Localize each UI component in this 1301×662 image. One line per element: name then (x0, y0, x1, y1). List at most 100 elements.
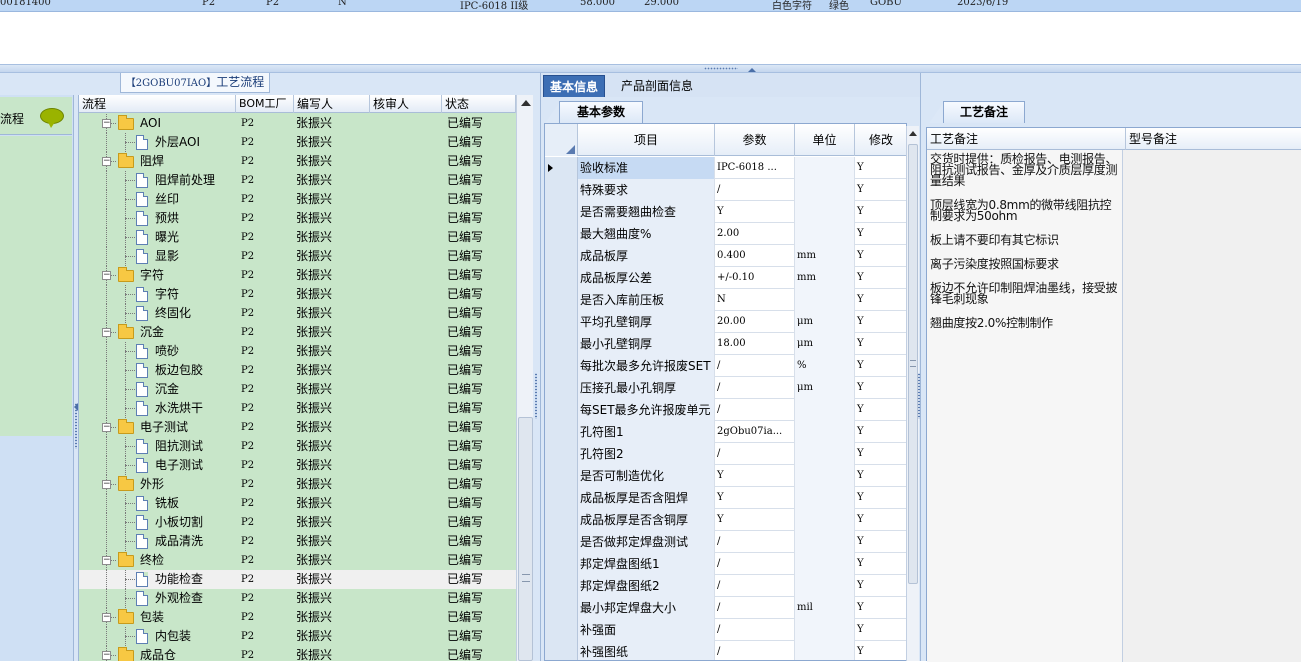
param-row[interactable]: 是否入库前压板 N Y (545, 289, 906, 311)
param-row[interactable]: 每批次最多允许报废SET /% Y (545, 355, 906, 377)
param-value[interactable]: 0.400 (715, 245, 795, 267)
param-value[interactable]: / (715, 641, 795, 660)
param-row[interactable]: 成品板厚公差 +/-0.10 mm Y (545, 267, 906, 289)
param-value[interactable]: / (715, 575, 795, 597)
tree-row[interactable]: − 阻焊 P2 张振兴 已编写 (79, 152, 516, 171)
param-row[interactable]: 最小孔壁铜厚 18.00 μm Y (545, 333, 906, 355)
tree-row[interactable]: − 字符 P2 张振兴 已编写 (79, 266, 516, 285)
collapse-toggle-icon[interactable]: − (102, 271, 111, 280)
tree-row[interactable]: 铣板 P2 张振兴 已编写 (79, 494, 516, 513)
tree-row[interactable]: 喷砂 P2 张振兴 已编写 (79, 342, 516, 361)
row-indicator[interactable] (545, 443, 578, 465)
param-value[interactable]: / (715, 553, 795, 575)
param-edit-flag[interactable]: Y (855, 487, 906, 509)
col-param[interactable]: 参数 (715, 124, 795, 156)
scroll-thumb[interactable] (518, 417, 533, 661)
tree-row[interactable]: − 外形 P2 张振兴 已编写 (79, 475, 516, 494)
param-edit-flag[interactable]: Y (855, 399, 906, 421)
tree-row[interactable]: 字符 P2 张振兴 已编写 (79, 285, 516, 304)
tab-basic-info[interactable]: 基本信息 (543, 75, 606, 97)
collapse-toggle-icon[interactable]: − (102, 157, 111, 166)
param-edit-flag[interactable]: Y (855, 619, 906, 641)
row-indicator[interactable] (545, 597, 578, 619)
grid-corner[interactable] (545, 124, 578, 156)
row-indicator[interactable] (545, 289, 578, 311)
param-value[interactable]: Y (715, 487, 795, 509)
row-indicator[interactable] (545, 641, 578, 660)
collapse-toggle-icon[interactable]: − (102, 480, 111, 489)
row-indicator[interactable] (545, 619, 578, 641)
tree-row[interactable]: 显影 P2 张振兴 已编写 (79, 247, 516, 266)
param-value[interactable]: / (715, 377, 795, 399)
param-edit-flag[interactable]: Y (855, 377, 906, 399)
param-value[interactable]: / (715, 531, 795, 553)
tree-row[interactable]: − 沉金 P2 张振兴 已编写 (79, 323, 516, 342)
tree-row[interactable]: 内包装 P2 张振兴 已编写 (79, 627, 516, 646)
tree-row[interactable]: 水洗烘干 P2 张振兴 已编写 (79, 399, 516, 418)
col-flow[interactable]: 流程 (79, 95, 236, 113)
top-selected-row[interactable]: 00181400 P2 P2 N IPC-6018 II级 58.000 29.000 白色字… (0, 0, 1301, 12)
param-value[interactable]: Y (715, 509, 795, 531)
param-row[interactable]: 成品板厚是否含阻焊 Y Y (545, 487, 906, 509)
col-process-note[interactable]: 工艺备注 (927, 128, 978, 150)
splitter-up-arrow-icon[interactable] (748, 68, 756, 72)
strip-item-flow[interactable]: 流程 (0, 97, 72, 135)
tab-product-profile[interactable]: 产品剖面信息 (615, 75, 699, 97)
process-note-cell[interactable]: 交货时提供：质检报告、电测报告、阻抗测试报告、金厚及介质层厚度测量结果 顶层线宽为… (927, 150, 1123, 662)
row-indicator[interactable] (545, 333, 578, 355)
param-row[interactable]: 平均孔壁铜厚 20.00 μm Y (545, 311, 906, 333)
row-indicator[interactable] (545, 575, 578, 597)
splitter-grip[interactable] (704, 67, 738, 70)
grid-scroll-thumb[interactable] (908, 144, 918, 584)
scroll-up-icon[interactable] (521, 100, 531, 106)
param-edit-flag[interactable]: Y (855, 421, 906, 443)
row-indicator[interactable] (545, 201, 578, 223)
tree-scrollbar[interactable] (516, 95, 533, 661)
param-value[interactable]: +/-0.10 (715, 267, 795, 289)
param-row[interactable]: 补强图纸 / Y (545, 641, 906, 660)
param-edit-flag[interactable]: Y (855, 267, 906, 289)
param-edit-flag[interactable]: Y (855, 289, 906, 311)
model-note-cell[interactable] (1123, 150, 1301, 662)
param-edit-flag[interactable]: Y (855, 509, 906, 531)
param-edit-flag[interactable]: Y (855, 311, 906, 333)
tree-row[interactable]: 阻抗测试 P2 张振兴 已编写 (79, 437, 516, 456)
tree-row[interactable]: 预烘 P2 张振兴 已编写 (79, 209, 516, 228)
param-edit-flag[interactable]: Y (855, 597, 906, 619)
row-indicator[interactable] (545, 355, 578, 377)
collapse-toggle-icon[interactable]: − (102, 328, 111, 337)
param-row[interactable]: 邦定焊盘图纸2/ Y (545, 575, 906, 597)
param-row[interactable]: 补强面 / Y (545, 619, 906, 641)
row-indicator[interactable] (545, 311, 578, 333)
param-edit-flag[interactable]: Y (855, 201, 906, 223)
row-indicator[interactable] (545, 179, 578, 201)
tree-row[interactable]: − 包装 P2 张振兴 已编写 (79, 608, 516, 627)
param-edit-flag[interactable]: Y (855, 553, 906, 575)
param-value[interactable]: 2gObu07ia... (715, 421, 795, 443)
tree-row[interactable]: 板边包胶 P2 张振兴 已编写 (79, 361, 516, 380)
param-row[interactable]: 是否需要翘曲检查 Y Y (545, 201, 906, 223)
collapse-toggle-icon[interactable]: − (102, 423, 111, 432)
param-row[interactable]: 孔符图2/ Y (545, 443, 906, 465)
tree-row[interactable]: 沉金 P2 张振兴 已编写 (79, 380, 516, 399)
chat-bubble-icon[interactable] (40, 108, 64, 128)
param-edit-flag[interactable]: Y (855, 333, 906, 355)
param-value[interactable]: IPC-6018 ... (715, 157, 795, 179)
tree-row[interactable]: − AOI P2 张振兴 已编写 (79, 114, 516, 133)
tree-row[interactable]: 小板切割 P2 张振兴 已编写 (79, 513, 516, 532)
collapse-toggle-icon[interactable]: − (102, 556, 111, 565)
param-edit-flag[interactable]: Y (855, 223, 906, 245)
row-indicator[interactable] (545, 421, 578, 443)
col-status[interactable]: 状态 (442, 95, 516, 113)
param-value[interactable]: / (715, 597, 795, 619)
param-row[interactable]: 最大翘曲度% 2.00 Y (545, 223, 906, 245)
tree-row[interactable]: 丝印 P2 张振兴 已编写 (79, 190, 516, 209)
param-row[interactable]: 压接孔最小孔铜厚 / μm Y (545, 377, 906, 399)
param-row[interactable]: 验收标准 IPC-6018 ... Y (545, 157, 906, 179)
row-indicator[interactable] (545, 531, 578, 553)
tree-row[interactable]: 阻焊前处理 P2 张振兴 已编写 (79, 171, 516, 190)
col-model-note[interactable]: 型号备注 (1125, 128, 1177, 150)
grid-scroll-up-icon[interactable] (909, 131, 917, 136)
param-value[interactable]: Y (715, 201, 795, 223)
row-indicator[interactable] (545, 399, 578, 421)
